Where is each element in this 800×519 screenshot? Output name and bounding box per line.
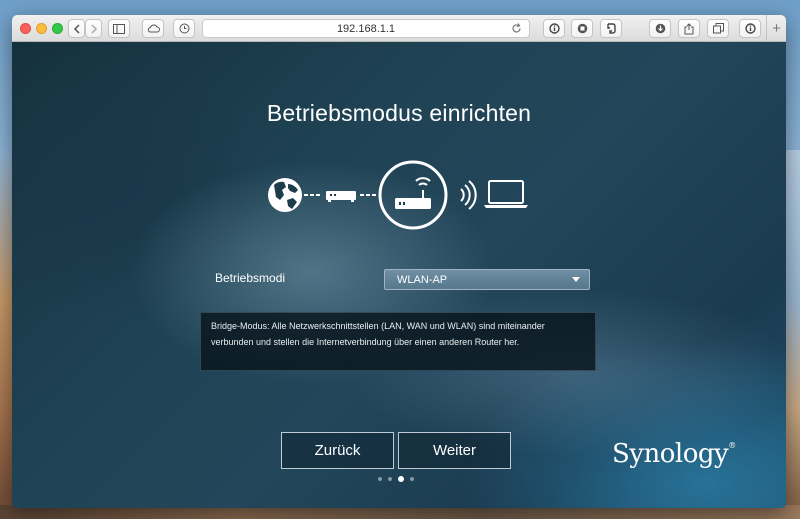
reload-icon[interactable] bbox=[510, 22, 523, 35]
stop-icon bbox=[577, 23, 587, 34]
mode-select-value: WLAN-AP bbox=[397, 273, 448, 286]
share-icon bbox=[684, 22, 694, 34]
url-text: 192.168.1.1 bbox=[336, 22, 396, 35]
forward-icon bbox=[90, 23, 97, 34]
browser-window: 192.168.1.1 + Betriebsmodus einrichten B… bbox=[12, 15, 786, 508]
back-icon bbox=[73, 23, 80, 34]
history-icon bbox=[179, 23, 189, 34]
icloud-tabs-button[interactable] bbox=[142, 19, 164, 38]
back-button[interactable]: Zurück bbox=[281, 432, 394, 469]
history-button[interactable] bbox=[173, 19, 195, 38]
mode-label: Betriebsmodi bbox=[215, 271, 286, 285]
step-dot bbox=[378, 477, 382, 481]
address-bar[interactable]: 192.168.1.1 bbox=[202, 19, 530, 38]
step-dot bbox=[410, 477, 414, 481]
network-diagram bbox=[268, 160, 528, 230]
tabs-icon bbox=[712, 23, 724, 34]
wifi-signal-icon bbox=[460, 180, 477, 210]
page-title: Betriebsmodus einrichten bbox=[266, 100, 532, 126]
evernote-button[interactable] bbox=[600, 19, 622, 38]
reader-icon bbox=[744, 23, 756, 34]
logo-text: Synology bbox=[612, 439, 729, 469]
forward-button[interactable] bbox=[85, 19, 102, 38]
modem-icon bbox=[326, 191, 356, 202]
new-tab-icon[interactable]: + bbox=[766, 15, 786, 42]
close-window-button[interactable] bbox=[20, 23, 31, 34]
step-indicator bbox=[378, 476, 414, 482]
info-button[interactable] bbox=[543, 19, 565, 38]
sidebar-button[interactable] bbox=[108, 19, 130, 38]
step-dot bbox=[388, 477, 392, 481]
mode-select[interactable]: WLAN-AP bbox=[384, 269, 590, 290]
stop-button[interactable] bbox=[571, 19, 593, 38]
share-button[interactable] bbox=[678, 19, 700, 38]
icloud-icon bbox=[147, 24, 160, 33]
step-dot-active bbox=[398, 476, 404, 482]
reader-button[interactable] bbox=[739, 19, 761, 38]
downloads-button[interactable] bbox=[649, 19, 671, 38]
tabs-overview-button[interactable] bbox=[707, 19, 729, 38]
evernote-icon bbox=[607, 23, 616, 34]
next-button[interactable]: Weiter bbox=[398, 432, 511, 469]
globe-icon bbox=[268, 178, 302, 212]
router-icon bbox=[378, 160, 448, 230]
zoom-window-button[interactable] bbox=[52, 23, 63, 34]
laptop-icon bbox=[484, 180, 528, 208]
info-icon bbox=[548, 23, 560, 34]
back-button[interactable] bbox=[68, 19, 85, 38]
download-icon bbox=[655, 23, 665, 34]
synology-logo: Synology® bbox=[612, 439, 736, 469]
minimize-window-button[interactable] bbox=[36, 23, 47, 34]
chevron-down-icon bbox=[572, 277, 580, 282]
desktop-wallpaper-right bbox=[784, 150, 800, 519]
browser-toolbar: 192.168.1.1 + bbox=[12, 15, 786, 42]
sidebar-icon bbox=[113, 23, 125, 34]
mode-description: Bridge-Modus: Alle Netzwerkschnittstelle… bbox=[200, 312, 596, 371]
setup-wizard: Betriebsmodus einrichten Betriebsmodi WL… bbox=[12, 42, 786, 508]
